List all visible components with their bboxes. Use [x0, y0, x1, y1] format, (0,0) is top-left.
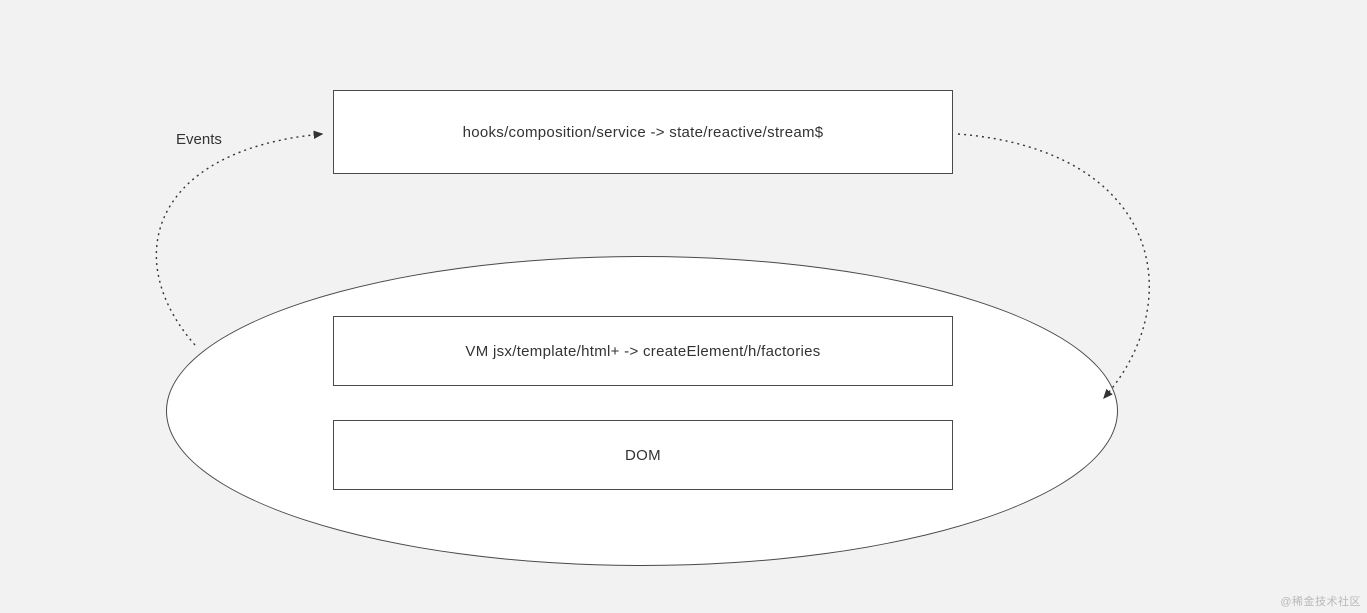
watermark: @稀金技术社区	[1280, 593, 1361, 609]
box-hooks-state-label: hooks/composition/service -> state/react…	[463, 124, 824, 141]
diagram-canvas: hooks/composition/service -> state/react…	[0, 0, 1367, 613]
box-vm: VM jsx/template/html+ -> createElement/h…	[333, 316, 953, 386]
ellipse-container	[166, 256, 1118, 566]
box-hooks-state: hooks/composition/service -> state/react…	[333, 90, 953, 174]
box-vm-label: VM jsx/template/html+ -> createElement/h…	[465, 343, 820, 360]
box-dom: DOM	[333, 420, 953, 490]
events-label: Events	[176, 131, 222, 148]
box-dom-label: DOM	[625, 447, 661, 464]
